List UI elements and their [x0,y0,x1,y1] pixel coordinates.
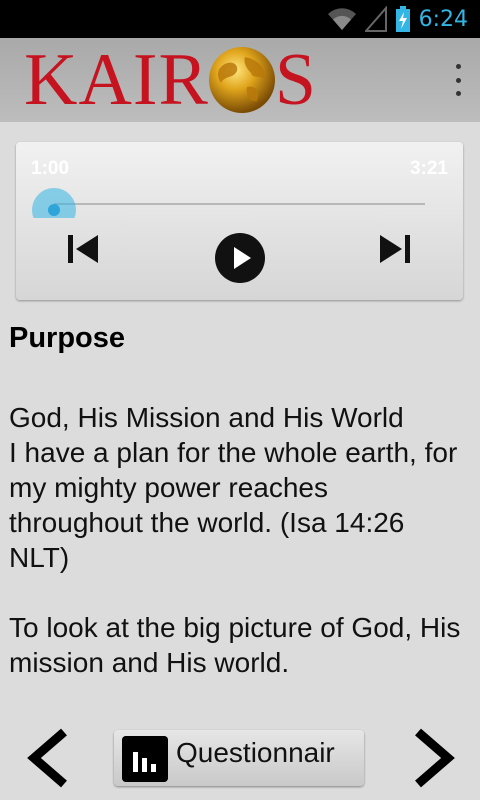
globe-icon [208,47,275,113]
app-logo[interactable]: KAIR S [24,42,317,118]
logo-text-left: KAIR [24,39,209,121]
wifi-icon [327,8,356,30]
questionnaire-label: Questionnair [176,737,335,768]
chevron-left-icon[interactable] [22,726,74,790]
play-button[interactable] [214,232,266,284]
status-time: 6:24 [418,6,468,32]
paragraph-2: To look at the big picture of God, His m… [9,612,461,678]
battery-charging-icon [395,6,410,32]
section-heading: Purpose [9,322,126,354]
skip-previous-icon[interactable] [66,232,100,266]
seek-thumb[interactable] [32,188,76,218]
seek-bar[interactable] [54,203,425,205]
chevron-right-icon[interactable] [408,726,460,790]
overflow-menu-icon[interactable] [450,64,466,96]
paragraph-1: God, His Mission and His World I have a … [9,402,458,573]
logo-text-right: S [274,39,318,121]
signal-icon [364,6,387,32]
audio-player: 1:00 3:21 [16,142,463,300]
content-body: God, His Mission and His World I have a … [9,400,469,715]
status-bar: 6:24 [0,0,480,38]
app-bar: KAIR S [0,38,480,122]
questionnaire-button[interactable]: Questionnair [114,730,364,786]
current-time: 1:00 [31,158,70,179]
bar-chart-icon [122,736,168,782]
skip-next-icon[interactable] [378,232,412,266]
total-time: 3:21 [409,158,448,179]
